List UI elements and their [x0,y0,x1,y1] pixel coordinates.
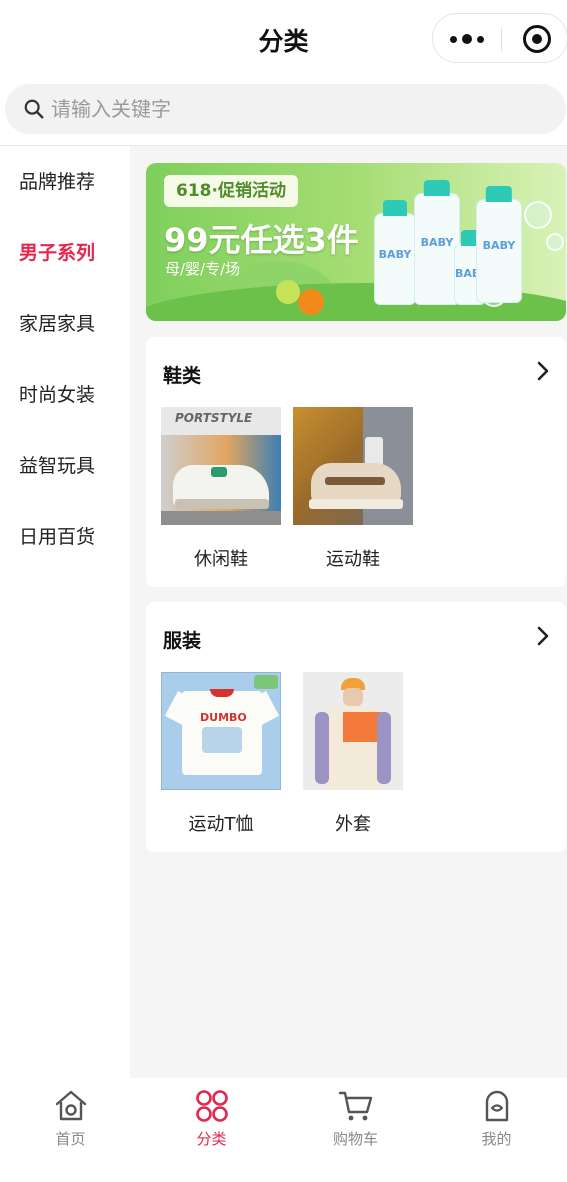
category-sidebar: 品牌推荐 男子系列 家居家具 时尚女装 益智玩具 日用百货 [0,146,130,1078]
category-content: BABY BABY BABY BABY 618·促销活动 99元任选3件 母/婴… [130,146,567,1078]
image-brand-text: PORTSTYLE [175,411,253,425]
tab-profile[interactable]: 我的 [426,1078,567,1182]
bottle-label: BABY [420,235,454,249]
product-label: 外套 [335,814,371,835]
tab-label: 我的 [481,1130,512,1148]
profile-icon [485,1090,508,1122]
search-bar [5,84,566,134]
sidebar-item-women[interactable]: 时尚女装 [0,375,130,415]
fruit-decoration [276,280,300,304]
tab-home[interactable]: 首页 [0,1078,141,1182]
product-bottle: BABY [374,200,416,305]
more-options-icon[interactable] [433,14,501,64]
mini-program-capsule [432,13,567,63]
bottom-tab-bar: 首页 分类 购物车 我的 [0,1078,567,1182]
home-icon [55,1090,86,1121]
bottle-label: BABY [482,238,516,252]
product-label: 运动鞋 [326,549,380,570]
search-input[interactable] [51,84,531,134]
promo-banner[interactable]: BABY BABY BABY BABY 618·促销活动 99元任选3件 母/婴… [146,163,566,321]
sidebar-item-brand[interactable]: 品牌推荐 [0,162,130,202]
cart-icon [338,1091,372,1121]
tab-label: 购物车 [332,1130,378,1148]
chevron-right-icon[interactable] [531,624,555,648]
product-item-casual-shoes[interactable]: PORTSTYLE 休闲鞋 [161,407,281,570]
promo-headline: 99元任选3件 [164,221,359,259]
tab-label: 首页 [55,1130,86,1148]
category-section-shoes: 鞋类 PORTSTYLE 休闲鞋 运动鞋 [146,337,566,587]
product-item-sports-tshirt[interactable]: DUMBO 运动T恤 [161,672,281,835]
product-label: 运动T恤 [188,814,254,835]
section-title: 服装 [163,630,202,652]
sidebar-item-daily[interactable]: 日用百货 [0,517,130,557]
product-bottle: BABY [476,186,522,303]
tab-category[interactable]: 分类 [141,1078,282,1182]
sidebar-item-toys[interactable]: 益智玩具 [0,446,130,486]
close-target-icon[interactable] [523,25,551,53]
tab-cart[interactable]: 购物车 [285,1078,426,1182]
product-image [293,407,413,525]
section-title: 鞋类 [163,365,202,387]
product-image [303,672,403,790]
product-item-sports-shoes[interactable]: 运动鞋 [293,407,413,570]
product-image: PORTSTYLE [161,407,281,525]
sidebar-item-home[interactable]: 家居家具 [0,304,130,344]
top-bar: 分类 [0,0,567,80]
product-label: 休闲鞋 [194,549,248,570]
image-print-text: DUMBO [200,711,247,724]
category-icon [195,1090,228,1122]
search-icon [24,99,44,119]
tab-label: 分类 [196,1130,227,1148]
category-section-clothing: 服装 DUMBO 运动T恤 外套 [146,602,566,852]
product-image: DUMBO [161,672,281,790]
bubble-decoration [546,233,564,251]
capsule-divider [501,27,502,51]
promo-tag: 618·促销活动 [164,175,298,207]
product-item-jacket[interactable]: 外套 [303,672,403,835]
bottle-label: BABY [378,248,412,262]
chevron-right-icon[interactable] [531,359,555,383]
promo-subline: 母/婴/专/场 [165,260,241,278]
orange-decoration [298,289,324,315]
sidebar-item-men[interactable]: 男子系列 [0,233,130,273]
bubble-decoration [524,201,552,229]
